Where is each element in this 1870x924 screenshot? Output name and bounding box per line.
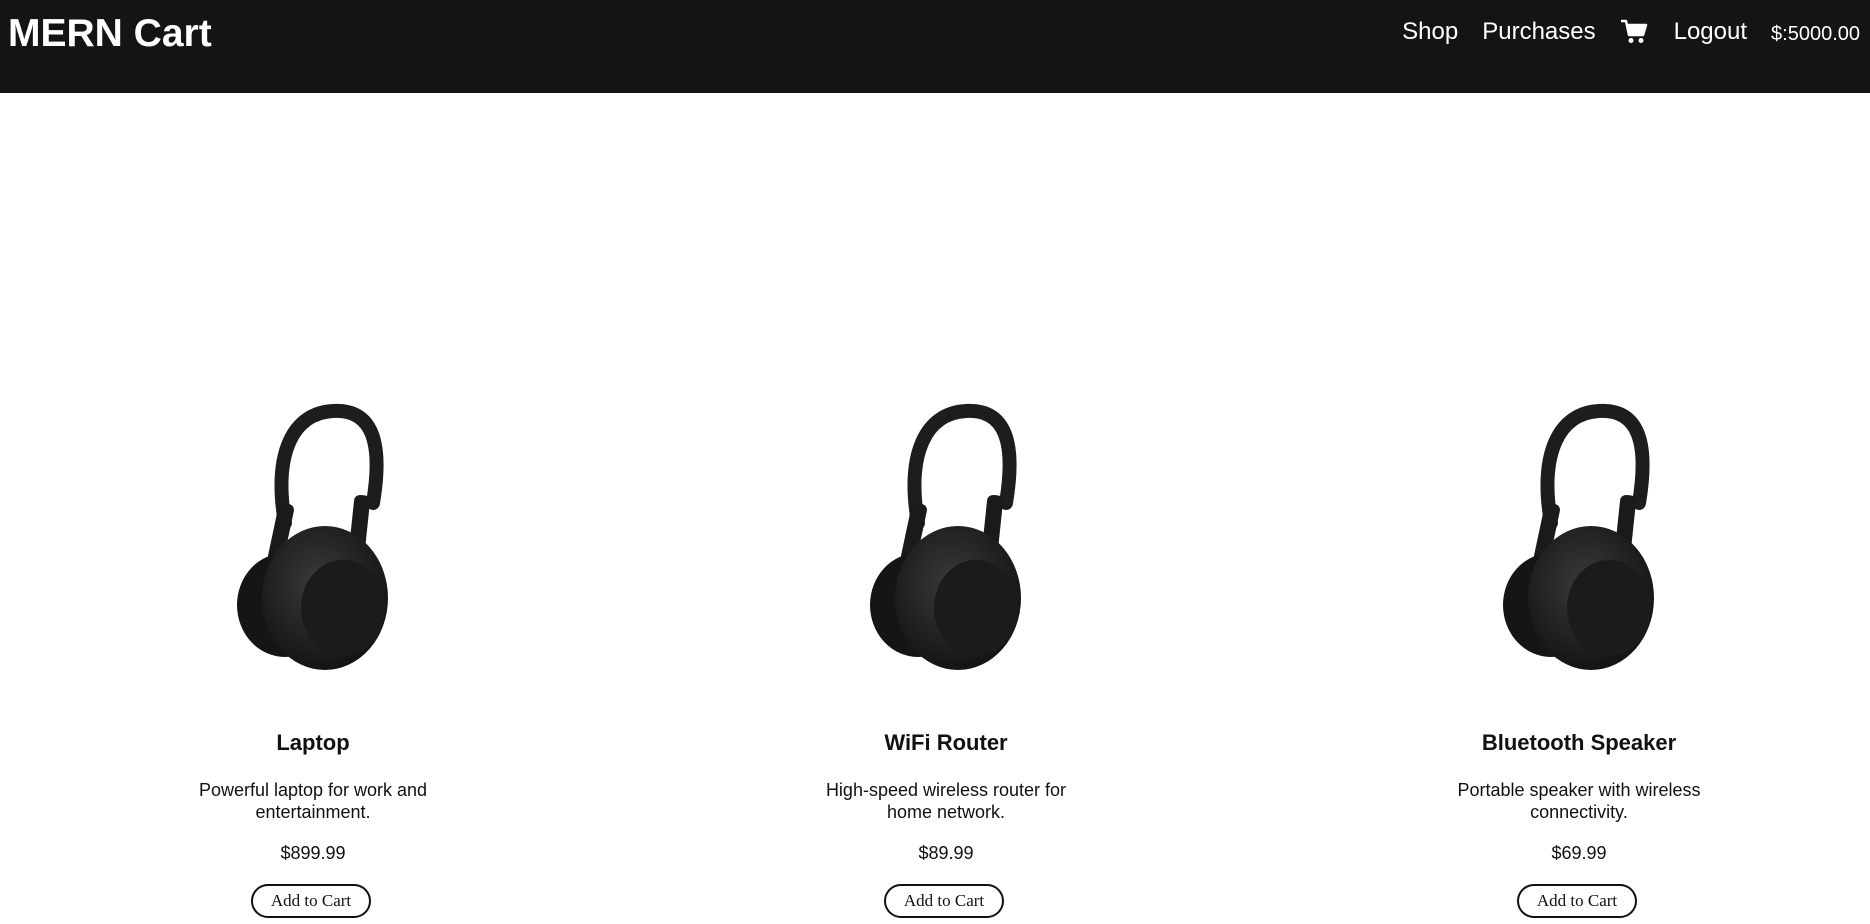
add-to-cart-button[interactable]: Add to Cart (251, 884, 371, 918)
product-name: Laptop (276, 730, 350, 755)
product-description: High-speed wireless router for home netw… (825, 780, 1067, 822)
product-price: $899.99 (280, 843, 346, 863)
brand-title[interactable]: MERN Cart (8, 13, 212, 55)
add-to-cart-button[interactable]: Add to Cart (1517, 884, 1637, 918)
top-navbar: MERN Cart Shop Purchases Logout $:5000.0… (0, 0, 1870, 93)
product-name: Bluetooth Speaker (1481, 730, 1677, 755)
headphones-image (1479, 383, 1679, 673)
headphones-image (846, 383, 1046, 673)
nav-link-purchases[interactable]: Purchases (1482, 14, 1595, 50)
headphones-image (213, 383, 413, 673)
product-description: Powerful laptop for work and entertainme… (198, 780, 428, 822)
product-card: WiFi Router High-speed wireless router f… (746, 93, 1146, 924)
product-price: $89.99 (918, 843, 974, 863)
product-price: $69.99 (1551, 843, 1607, 863)
product-card: Laptop Powerful laptop for work and ente… (113, 93, 513, 924)
product-name: WiFi Router (884, 730, 1008, 755)
product-grid: Laptop Powerful laptop for work and ente… (0, 93, 1870, 924)
product-card: Bluetooth Speaker Portable speaker with … (1379, 93, 1779, 924)
nav-link-shop[interactable]: Shop (1402, 14, 1458, 50)
nav-links: Shop Purchases Logout $:5000.00 (1378, 14, 1860, 50)
product-description: Portable speaker with wireless connectiv… (1457, 780, 1701, 822)
shopping-cart-icon[interactable] (1620, 17, 1650, 47)
nav-link-logout[interactable]: Logout (1674, 14, 1747, 50)
add-to-cart-button[interactable]: Add to Cart (884, 884, 1004, 918)
wallet-balance: $:5000.00 (1771, 22, 1860, 45)
